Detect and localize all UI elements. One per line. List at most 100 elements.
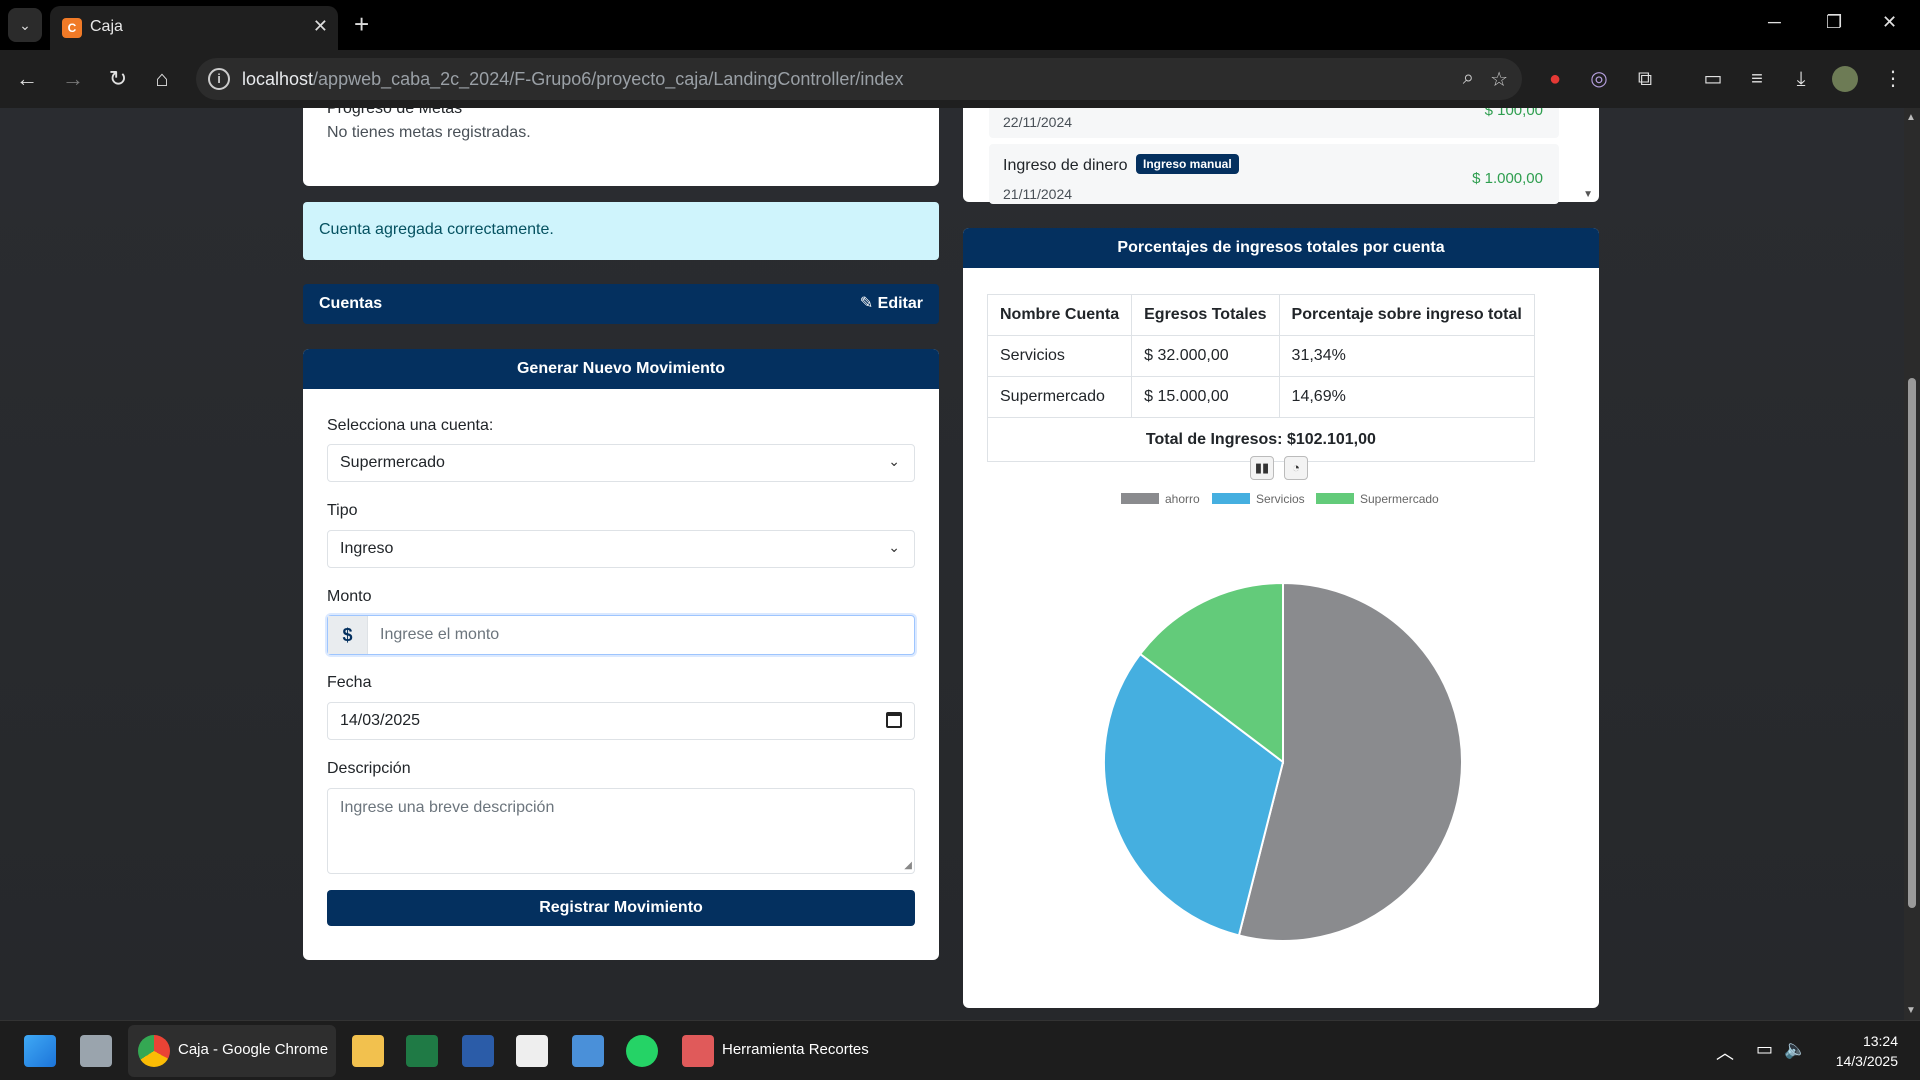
account-select[interactable]: Supermercado ⌄: [327, 444, 915, 482]
cast-icon[interactable]: ▭: [1698, 64, 1728, 94]
tab-search-button[interactable]: ⌄: [8, 8, 42, 42]
table-cell: Supermercado: [986, 376, 1133, 418]
list-scroll-down-icon[interactable]: ▼: [1583, 189, 1593, 200]
reload-button[interactable]: ↻: [103, 64, 133, 94]
address-bar[interactable]: i localhost/appweb_caba_2c_2024/F-Grupo6…: [196, 58, 1522, 100]
date-input[interactable]: 14/03/2025: [327, 702, 915, 740]
download-icon[interactable]: ⤓: [1786, 64, 1816, 94]
pie-chart-icon[interactable]: ◔: [1284, 456, 1308, 480]
legend-swatch: [1212, 493, 1250, 504]
pie-chart: [1103, 581, 1463, 942]
close-tab-icon[interactable]: ✕: [313, 16, 328, 37]
percentages-card: Porcentajes de ingresos totales por cuen…: [963, 228, 1599, 1008]
legend-swatch: [1121, 493, 1159, 504]
goals-card: Progreso de Metas No tienes metas regist…: [303, 108, 939, 186]
list-item[interactable]: Ingreso de dinero Ingreso manual $ 1.000…: [989, 144, 1559, 204]
edit-accounts-button[interactable]: ✎ Editar: [860, 284, 923, 324]
movement-title-text: Ingreso de dinero: [1003, 157, 1128, 174]
calendar-icon[interactable]: [886, 712, 902, 728]
table-row: Supermercado $ 15.000,00 14,69%: [986, 376, 1535, 418]
file-explorer-icon[interactable]: [352, 1035, 384, 1067]
tab-title: Caja: [90, 18, 123, 35]
resize-handle-icon[interactable]: ◢: [904, 860, 912, 871]
extension-circle-icon[interactable]: ◎: [1584, 64, 1614, 94]
volume-icon[interactable]: 🔈: [1784, 1039, 1806, 1060]
keyboard-app-icon[interactable]: [516, 1035, 548, 1067]
table-total-row: Total de Ingresos: $102.101,00: [987, 417, 1535, 462]
movement-date: 21/11/2024: [1003, 186, 1073, 202]
amount-placeholder: Ingrese el monto: [380, 626, 500, 643]
legend-item[interactable]: ahorro: [1121, 492, 1200, 506]
back-button[interactable]: ←: [12, 64, 42, 94]
description-placeholder: Ingrese una breve descripción: [340, 799, 555, 816]
list-item[interactable]: $ 100,00 22/11/2024: [989, 108, 1559, 138]
network-icon[interactable]: ▭: [1756, 1039, 1773, 1060]
media-control-icon[interactable]: ≡: [1742, 64, 1772, 94]
restore-button[interactable]: ❐: [1826, 12, 1842, 33]
column-header: Nombre Cuenta: [986, 294, 1133, 336]
amount-input[interactable]: $ Ingrese el monto: [327, 615, 915, 655]
legend-label: Servicios: [1256, 492, 1305, 506]
table-row: Servicios $ 32.000,00 31,34%: [986, 335, 1535, 377]
site-info-icon[interactable]: i: [208, 68, 230, 90]
profile-avatar[interactable]: [1832, 66, 1858, 92]
column-header: Egresos Totales: [1131, 294, 1280, 336]
browser-tab-bar: ⌄ C Caja ✕ + ─ ❐ ✕: [0, 0, 1920, 50]
task-view-icon[interactable]: [80, 1035, 112, 1067]
page-scrollbar[interactable]: ▲ ▼: [1904, 108, 1920, 1020]
clock-date: 14/3/2025: [1835, 1053, 1898, 1069]
minimize-button[interactable]: ─: [1768, 12, 1781, 33]
movement-amount: $ 1.000,00: [1472, 170, 1543, 187]
movements-card: $ 100,00 22/11/2024 Ingreso de dinero In…: [963, 108, 1599, 204]
percentages-title: Porcentajes de ingresos totales por cuen…: [963, 228, 1599, 268]
register-movement-button[interactable]: Registrar Movimiento: [327, 890, 915, 926]
description-label: Descripción: [327, 760, 411, 777]
amount-label: Monto: [327, 588, 372, 605]
taskbar-chrome-button[interactable]: Caja - Google Chrome: [128, 1025, 336, 1077]
zoom-icon[interactable]: ⌕: [1463, 67, 1474, 90]
bookmark-star-icon[interactable]: ☆: [1490, 67, 1508, 92]
legend-label: Supermercado: [1360, 492, 1439, 506]
table-cell: $ 32.000,00: [1131, 335, 1280, 377]
extensions-puzzle-icon[interactable]: ⧉: [1630, 64, 1660, 94]
legend-swatch: [1316, 493, 1354, 504]
url-text: localhost/appweb_caba_2c_2024/F-Grupo6/p…: [242, 69, 904, 89]
chrome-icon: [138, 1035, 170, 1067]
scroll-up-icon[interactable]: ▲: [1906, 112, 1916, 123]
scroll-down-icon[interactable]: ▼: [1906, 1005, 1916, 1016]
currency-prefix: $: [328, 616, 368, 654]
word-icon[interactable]: [462, 1035, 494, 1067]
bar-chart-icon[interactable]: ▮▮: [1250, 456, 1274, 480]
new-tab-button[interactable]: +: [354, 10, 369, 38]
goals-empty-text: No tienes metas registradas.: [327, 124, 531, 141]
accounts-header[interactable]: Cuentas ✎ Editar: [303, 284, 939, 324]
home-button[interactable]: ⌂: [147, 64, 177, 94]
site-favicon-icon: C: [62, 18, 82, 38]
table-cell: 31,34%: [1278, 335, 1535, 377]
excel-icon[interactable]: [406, 1035, 438, 1067]
notepad-icon[interactable]: [572, 1035, 604, 1067]
type-select[interactable]: Ingreso ⌄: [327, 530, 915, 568]
extension-adblock-icon[interactable]: ●: [1540, 64, 1570, 94]
legend-item[interactable]: Servicios: [1212, 492, 1305, 506]
close-window-button[interactable]: ✕: [1882, 12, 1897, 33]
form-title: Generar Nuevo Movimiento: [303, 349, 939, 389]
forward-button[interactable]: →: [58, 64, 88, 94]
windows-start-icon[interactable]: [24, 1035, 56, 1067]
scroll-thumb[interactable]: [1908, 378, 1916, 908]
percentages-table: Nombre Cuenta Egresos Totales Porcentaje…: [986, 294, 1535, 462]
show-hidden-icons-icon[interactable]: ︿: [1716, 1039, 1734, 1065]
chevron-down-icon: ⌄: [888, 453, 900, 469]
chevron-down-icon: ⌄: [888, 539, 900, 555]
snipping-tool-label[interactable]: Herramienta Recortes: [722, 1041, 869, 1058]
whatsapp-icon[interactable]: [626, 1035, 658, 1067]
clock[interactable]: 13:24 14/3/2025: [1836, 1031, 1898, 1071]
browser-menu-icon[interactable]: ⋮: [1878, 64, 1908, 94]
page-viewport: Progreso de Metas No tienes metas regist…: [0, 108, 1904, 1020]
browser-tab[interactable]: C Caja ✕: [50, 6, 338, 50]
goals-title: Progreso de Metas: [327, 108, 463, 117]
description-textarea[interactable]: Ingrese una breve descripción ◢: [327, 788, 915, 874]
movement-badge: Ingreso manual: [1135, 154, 1239, 174]
legend-item[interactable]: Supermercado: [1316, 492, 1439, 506]
snipping-tool-icon[interactable]: [682, 1035, 714, 1067]
